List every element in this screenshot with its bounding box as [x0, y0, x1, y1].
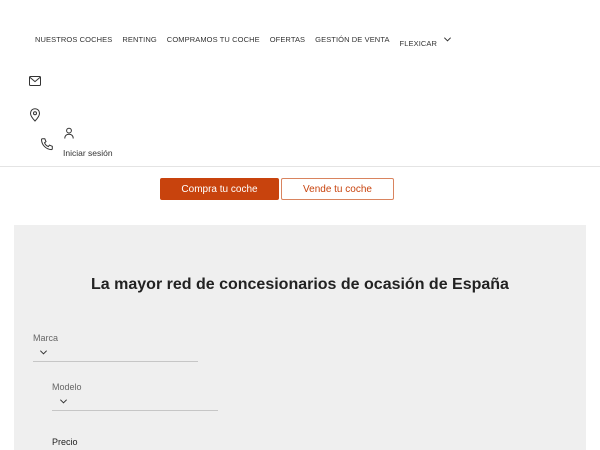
brand-field: Marca: [33, 333, 198, 362]
model-select[interactable]: [52, 392, 218, 410]
nav-item-ofertas[interactable]: OFERTAS: [270, 35, 305, 44]
tab-compra-tu-coche[interactable]: Compra tu coche: [160, 178, 279, 200]
price-label: Precio: [52, 437, 78, 447]
brand-underline: [33, 361, 198, 362]
model-label: Modelo: [52, 382, 82, 392]
model-field: Modelo: [52, 382, 218, 411]
brand-select[interactable]: [33, 343, 198, 361]
nav-item-flexicar[interactable]: FLEXICAR: [400, 39, 437, 48]
mail-button[interactable]: [28, 74, 42, 88]
chevron-down-icon: [39, 349, 48, 355]
chevron-down-icon: [59, 398, 68, 404]
search-mode-tabs: Compra tu coche Vende tu coche: [160, 178, 394, 200]
location-pin-icon: [29, 108, 41, 122]
tab-vende-tu-coche[interactable]: Vende tu coche: [281, 178, 394, 200]
login-button[interactable]: Iniciar sesión: [63, 127, 113, 158]
phone-button[interactable]: [40, 137, 54, 151]
location-button[interactable]: [28, 108, 42, 122]
login-label: Iniciar sesión: [63, 148, 113, 158]
nav-item-gestion-de-venta[interactable]: GESTIÓN DE VENTA: [315, 35, 389, 44]
header-divider: [0, 166, 600, 167]
main-nav: NUESTROS COCHES RENTING COMPRAMOS TU COC…: [35, 35, 452, 48]
phone-icon: [40, 138, 53, 151]
nav-item-compramos-tu-coche[interactable]: COMPRAMOS TU COCHE: [167, 35, 260, 44]
search-title: La mayor red de concesionarios de ocasió…: [91, 276, 509, 293]
search-panel: La mayor red de concesionarios de ocasió…: [14, 225, 586, 450]
brand-label: Marca: [33, 333, 59, 343]
chevron-down-icon[interactable]: [443, 35, 452, 44]
mail-icon: [29, 76, 41, 86]
nav-item-nuestros-coches[interactable]: NUESTROS COCHES: [35, 35, 112, 44]
nav-item-renting[interactable]: RENTING: [122, 35, 156, 44]
user-icon: [64, 127, 74, 139]
model-underline: [52, 410, 218, 411]
